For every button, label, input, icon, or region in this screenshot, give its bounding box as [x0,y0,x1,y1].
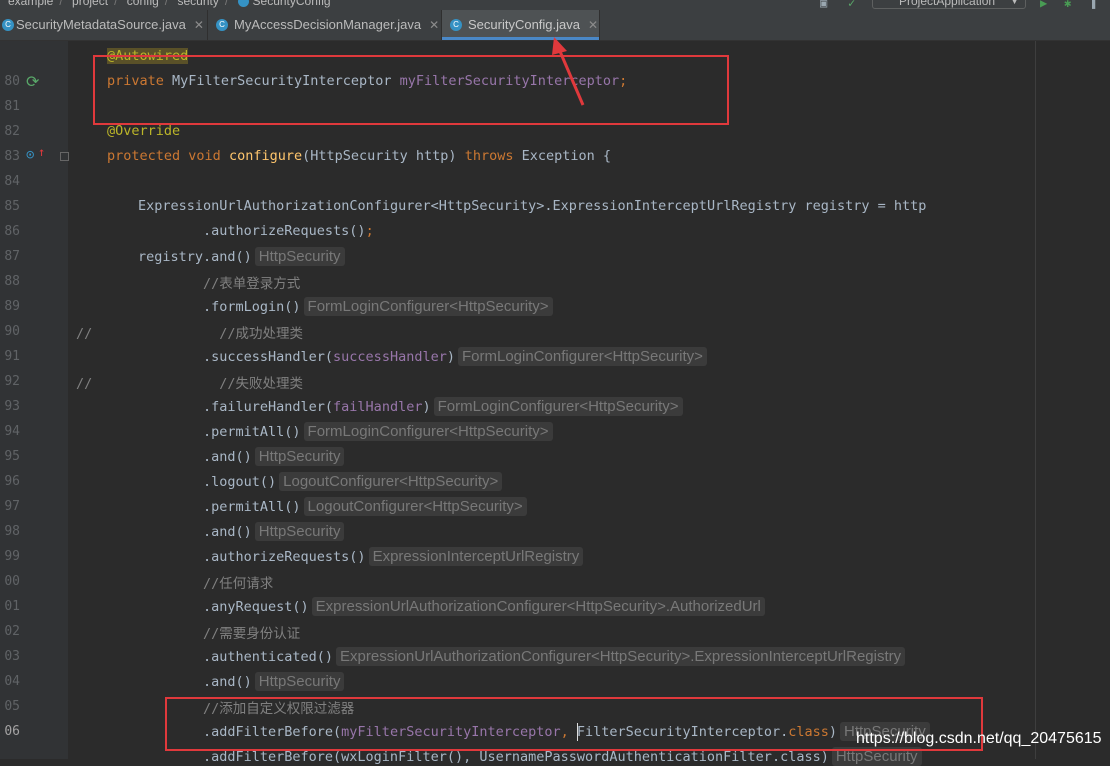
line-number: 05 [4,699,20,714]
tab-label: MyAccessDecisionManager.java [234,17,422,32]
type-hint: FormLoginConfigurer<HttpSecurity> [433,397,683,416]
line-number: 03 [4,649,20,664]
arrow-up-icon: ↑ [38,145,46,159]
close-icon[interactable]: ✕ [588,18,598,32]
tab-my-access-decision-manager[interactable]: C MyAccessDecisionManager.java ✕ [208,10,442,40]
type-hint: HttpSecurity [254,447,345,466]
code-line-87[interactable]: registry.and() HttpSecurity [138,247,345,266]
type-hint: ExpressionUrlAuthorizationConfigurer<Htt… [311,597,765,616]
line-number: 00 [4,574,20,589]
line-number: 91 [4,349,20,364]
watermark: https://blog.csdn.net/qq_20475615 [856,730,1102,747]
line-number: 98 [4,524,20,539]
fold-marker-icon[interactable] [60,152,69,161]
debug-icon[interactable]: ✱ [1064,0,1071,10]
line-number: 83 [4,149,20,164]
breadcrumb-item[interactable]: SecurityConfig [253,0,331,8]
line-number: 87 [4,249,20,264]
code-line-103[interactable]: .authenticated() ExpressionUrlAuthorizati… [203,647,906,666]
line-number: 96 [4,474,20,489]
type-hint: FormLoginConfigurer<HttpSecurity> [303,422,553,441]
line-number: 99 [4,549,20,564]
type-hint: HttpSecurity [254,247,345,266]
run-configuration-select[interactable]: ProjectApplication ▼ [872,0,1026,9]
line-number: 89 [4,299,20,314]
line-number: 82 [4,124,20,139]
type-hint: HttpSecurity [254,672,345,691]
code-line-94[interactable]: .permitAll() FormLoginConfigurer<HttpSecu… [203,422,553,441]
line-number: 97 [4,499,20,514]
code-line-96[interactable]: .logout() LogoutConfigurer<HttpSecurity> [203,472,503,491]
line-number: 84 [4,174,20,189]
highlight-box-field [93,55,729,125]
build-icon[interactable]: ▣ [820,0,827,10]
line-number: 86 [4,224,20,239]
code-line-91[interactable]: .successHandler(successHandler) FormLogin… [203,347,707,366]
breadcrumb-item[interactable]: project [72,0,108,8]
code-line-93[interactable]: .failureHandler(failHandler) FormLoginCon… [203,397,683,416]
line-number: 94 [4,424,20,439]
class-icon [237,0,249,8]
code-line-89[interactable]: .formLogin() FormLoginConfigurer<HttpSecu… [203,297,553,316]
code-line-82[interactable]: @Override [107,123,180,139]
breadcrumb: example / project / config / security / Secu… [8,0,331,8]
override-method-icon[interactable]: ⊙ [26,147,34,163]
breadcrumb-item[interactable]: config [127,0,159,8]
code-line-86[interactable]: .authorizeRequests(); [203,223,374,239]
code-line-98[interactable]: .and() HttpSecurity [203,522,345,541]
line-number: 95 [4,449,20,464]
class-icon: C [2,19,14,31]
type-hint: LogoutConfigurer<HttpSecurity> [303,497,527,516]
code-line-92[interactable]: ////失败处理类 [76,372,303,392]
hammer-icon[interactable]: ✓ [848,0,855,10]
bean-autowired-icon[interactable]: ⟳ [26,72,39,91]
code-line-97[interactable]: .permitAll() LogoutConfigurer<HttpSecurit… [203,497,527,516]
type-hint: FormLoginConfigurer<HttpSecurity> [303,297,553,316]
line-number: 01 [4,599,20,614]
code-line-99[interactable]: .authorizeRequests() ExpressionInterceptU… [203,547,584,566]
code-line-104[interactable]: .and() HttpSecurity [203,672,345,691]
tab-label: SecurityConfig.java [468,17,580,32]
class-icon: C [216,19,228,31]
tab-label: SecurityMetadataSource.java [16,17,186,32]
close-icon[interactable]: ✕ [194,18,204,32]
code-line-101[interactable]: .anyRequest() ExpressionUrlAuthorizationC… [203,597,765,616]
line-number: 85 [4,199,20,214]
code-line-83[interactable]: protected void configure(HttpSecurity ht… [107,148,611,164]
type-hint: ExpressionInterceptUrlRegistry [368,547,584,566]
class-icon: C [450,19,462,31]
run-icon[interactable]: ▶ [1040,0,1047,10]
right-margin-guide [1035,41,1036,759]
red-arrow-icon [552,37,585,106]
code-line-85[interactable]: ExpressionUrlAuthorizationConfigurer<Htt… [138,198,926,214]
more-icon[interactable]: ❚ [1090,0,1097,10]
navigation-bar: example / project / config / security / Secu… [0,0,1110,10]
line-number: 80 [4,74,20,89]
line-number: 92 [4,374,20,389]
code-line-102[interactable]: //需要身份认证 [203,622,300,642]
code-line-88[interactable]: //表单登录方式 [203,272,300,292]
line-number: 88 [4,274,20,289]
code-line-100[interactable]: //任何请求 [203,572,273,592]
breadcrumb-item[interactable]: security [177,0,218,8]
line-number: 04 [4,674,20,689]
chevron-down-icon: ▼ [1010,0,1019,6]
type-hint: ExpressionUrlAuthorizationConfigurer<Htt… [336,647,906,666]
run-config-label: ProjectApplication [899,0,996,8]
line-number: 81 [4,99,20,114]
type-hint: FormLoginConfigurer<HttpSecurity> [457,347,707,366]
code-line-95[interactable]: .and() HttpSecurity [203,447,345,466]
breadcrumb-item[interactable]: example [8,0,53,8]
line-number: 93 [4,399,20,414]
tab-security-metadata-source[interactable]: C SecurityMetadataSource.java ✕ [0,10,208,40]
close-icon[interactable]: ✕ [429,18,439,32]
type-hint: HttpSecurity [254,522,345,541]
line-number: 90 [4,324,20,339]
line-number: 02 [4,624,20,639]
type-hint: LogoutConfigurer<HttpSecurity> [279,472,503,491]
line-number: 06 [4,724,20,739]
code-line-90[interactable]: ////成功处理类 [76,322,303,342]
